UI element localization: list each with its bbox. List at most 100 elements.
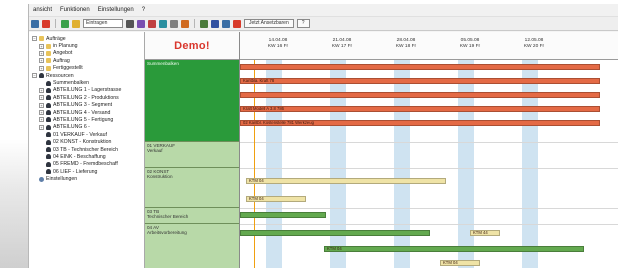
resource-row-label[interactable]: Summenbalken	[145, 60, 239, 142]
gantt-bar[interactable]	[240, 92, 600, 98]
expand-toggle-icon[interactable]: +	[39, 58, 44, 64]
tree-item-label: ABTEILUNG 1 - Lagerstrasse	[53, 87, 122, 94]
gantt-bar[interactable]	[240, 212, 326, 218]
tree-item[interactable]: + in Planung	[29, 42, 144, 49]
row-separator	[240, 168, 618, 169]
week-label: KW 18 Fr	[395, 44, 417, 49]
tree-item-label: 02 KONST - Konstruktion	[53, 139, 112, 146]
gantt-bar[interactable]: KTM 04	[246, 178, 446, 184]
print-icon[interactable]	[211, 19, 219, 28]
tree-item[interactable]: + ABTEILUNG 6 -	[29, 124, 144, 131]
gantt-bar[interactable]: KTM 44	[470, 230, 500, 236]
expand-toggle-icon[interactable]: +	[39, 50, 44, 56]
filter-icon[interactable]	[126, 19, 134, 28]
menu-einstellungen[interactable]: Einstellungen	[98, 7, 134, 13]
chart-icon[interactable]	[148, 19, 156, 28]
expand-toggle-icon[interactable]: −	[32, 73, 37, 79]
expand-toggle-icon[interactable]: +	[39, 43, 44, 49]
link-icon[interactable]	[159, 19, 167, 28]
tree-item-label: 04 EINK - Beschaffung	[53, 153, 106, 160]
gantt-bar[interactable]: KTM 04	[324, 246, 584, 252]
tree-item-label: Summenbalken	[53, 80, 90, 87]
tree-item[interactable]: + Angebot	[29, 50, 144, 57]
tree-item[interactable]: Einstellungen	[29, 175, 144, 182]
tree-item[interactable]: Summenbalken	[29, 79, 144, 86]
gantt-chart: 14.04.08 KW 16 Fr 21.04.08 KW 17 Fr 28.04.08…	[240, 32, 618, 268]
tree-item[interactable]: − Aufträge	[29, 35, 144, 42]
menu-bar: ansicht Funktionen Einstellungen ?	[29, 4, 618, 17]
help-icon[interactable]	[137, 19, 145, 28]
tree-item[interactable]: 05 FREMD - Fremdbeschaff	[29, 161, 144, 168]
tree-item[interactable]: + ABTEILUNG 1 - Lagerstrasse	[29, 87, 144, 94]
tree-item-label: Auftrag	[53, 57, 70, 64]
person-icon	[46, 139, 51, 145]
gantt-bar[interactable]: KTM 04	[246, 196, 306, 202]
tree-item[interactable]: + ABTEILUNG 2 - Produktions	[29, 94, 144, 101]
search-icon[interactable]	[72, 19, 80, 28]
gantt-bar[interactable]: Kantbla. Kraft 78	[240, 78, 600, 84]
tree-item[interactable]: 02 KONST - Konstruktion	[29, 138, 144, 145]
arrow-right-icon[interactable]	[181, 19, 189, 28]
row-separator	[240, 142, 618, 143]
person-icon	[46, 95, 51, 101]
resource-row-label[interactable]: 02 KONST Konstruktion	[145, 168, 239, 208]
week-label: KW 17 Fr	[331, 44, 353, 49]
tree-item[interactable]: + Fertiggestellt	[29, 65, 144, 72]
settings-icon[interactable]	[233, 19, 241, 28]
gantt-bar[interactable]: KTM 04	[440, 260, 480, 266]
tree-item[interactable]: + Auftrag	[29, 57, 144, 64]
person-icon	[39, 73, 44, 79]
tree-item-label: 01 VERKAUF - Verkauf	[53, 131, 107, 138]
tree-item-label: ABTEILUNG 3 - Segment	[53, 102, 113, 109]
search-input[interactable]: Eintragen	[83, 19, 123, 28]
expand-toggle-icon[interactable]: +	[39, 95, 44, 101]
expand-toggle-icon[interactable]: −	[32, 36, 37, 42]
resource-row-label[interactable]: 01 VERKAUF Verkauf	[145, 142, 239, 168]
zoom-icon[interactable]	[61, 19, 69, 28]
expand-toggle-icon[interactable]: +	[39, 87, 44, 93]
toolbar-separator	[55, 19, 56, 28]
today-button[interactable]: Jetzt Ansetzbaren	[244, 19, 294, 28]
tree-item[interactable]: 06 LIEF - Lieferung	[29, 168, 144, 175]
tree-item-label: ABTEILUNG 2 - Produktions	[53, 94, 119, 101]
week-label: KW 16 Fr	[267, 44, 289, 49]
person-icon	[46, 102, 51, 108]
folder-icon	[46, 65, 51, 71]
row-separator	[240, 224, 618, 225]
refresh-icon[interactable]	[222, 19, 230, 28]
tree-item-label: Ressourcen	[46, 72, 74, 79]
tree-item[interactable]: + ABTEILUNG 5 - Fertigung	[29, 116, 144, 123]
save-icon[interactable]	[42, 19, 50, 28]
person-icon	[46, 87, 51, 93]
gantt-bar[interactable]	[240, 64, 600, 70]
menu-ansicht[interactable]: ansicht	[33, 7, 52, 13]
tree-item[interactable]: − Ressourcen	[29, 72, 144, 79]
tree-item[interactable]: + ABTEILUNG 4 - Versand	[29, 109, 144, 116]
tree-item[interactable]: 01 VERKAUF - Verkauf	[29, 131, 144, 138]
gantt-bar[interactable]	[240, 230, 430, 236]
menu-help[interactable]: ?	[142, 7, 145, 13]
expand-toggle-icon[interactable]: +	[39, 110, 44, 116]
resource-column: Demo! Summenbalken 01 VERKAUF Verkauf 02 K…	[145, 32, 240, 268]
tree-item-label: 06 LIEF - Lieferung	[53, 168, 98, 175]
gantt-bar[interactable]: Kraft Modell A 3.8 786	[240, 106, 600, 112]
help-button[interactable]: ?	[296, 19, 310, 28]
resource-row-label[interactable]: 03 TB Technischer Bereich	[145, 208, 239, 224]
expand-toggle-icon[interactable]: +	[39, 65, 44, 71]
gantt-bar[interactable]: 02 Kantbl. Kostenstelle 781 Werkzeug	[240, 120, 600, 126]
tree-item[interactable]: 03 TB - Technischer Bereich	[29, 146, 144, 153]
menu-funktionen[interactable]: Funktionen	[60, 7, 90, 13]
expand-toggle-icon[interactable]: +	[39, 124, 44, 130]
expand-toggle-icon[interactable]: +	[39, 117, 44, 123]
navigation-tree: − Aufträge + in Planung + Angebot + Auftrag + Fer…	[29, 32, 145, 268]
tree-item[interactable]: + ABTEILUNG 3 - Segment	[29, 102, 144, 109]
timeline-date: 14.04.08 KW 16 Fr	[258, 38, 298, 50]
resource-row-label[interactable]: 04 AV Arbeitsvorbereitung	[145, 224, 239, 268]
tree-item-label: Angebot	[53, 50, 73, 57]
tree-item[interactable]: 04 EINK - Beschaffung	[29, 153, 144, 160]
open-icon[interactable]	[31, 19, 39, 28]
expand-toggle-icon[interactable]: +	[39, 102, 44, 108]
calendar-icon[interactable]	[200, 19, 208, 28]
arrow-left-icon[interactable]	[170, 19, 178, 28]
timeline-date: 21.04.08 KW 17 Fr	[322, 38, 362, 50]
